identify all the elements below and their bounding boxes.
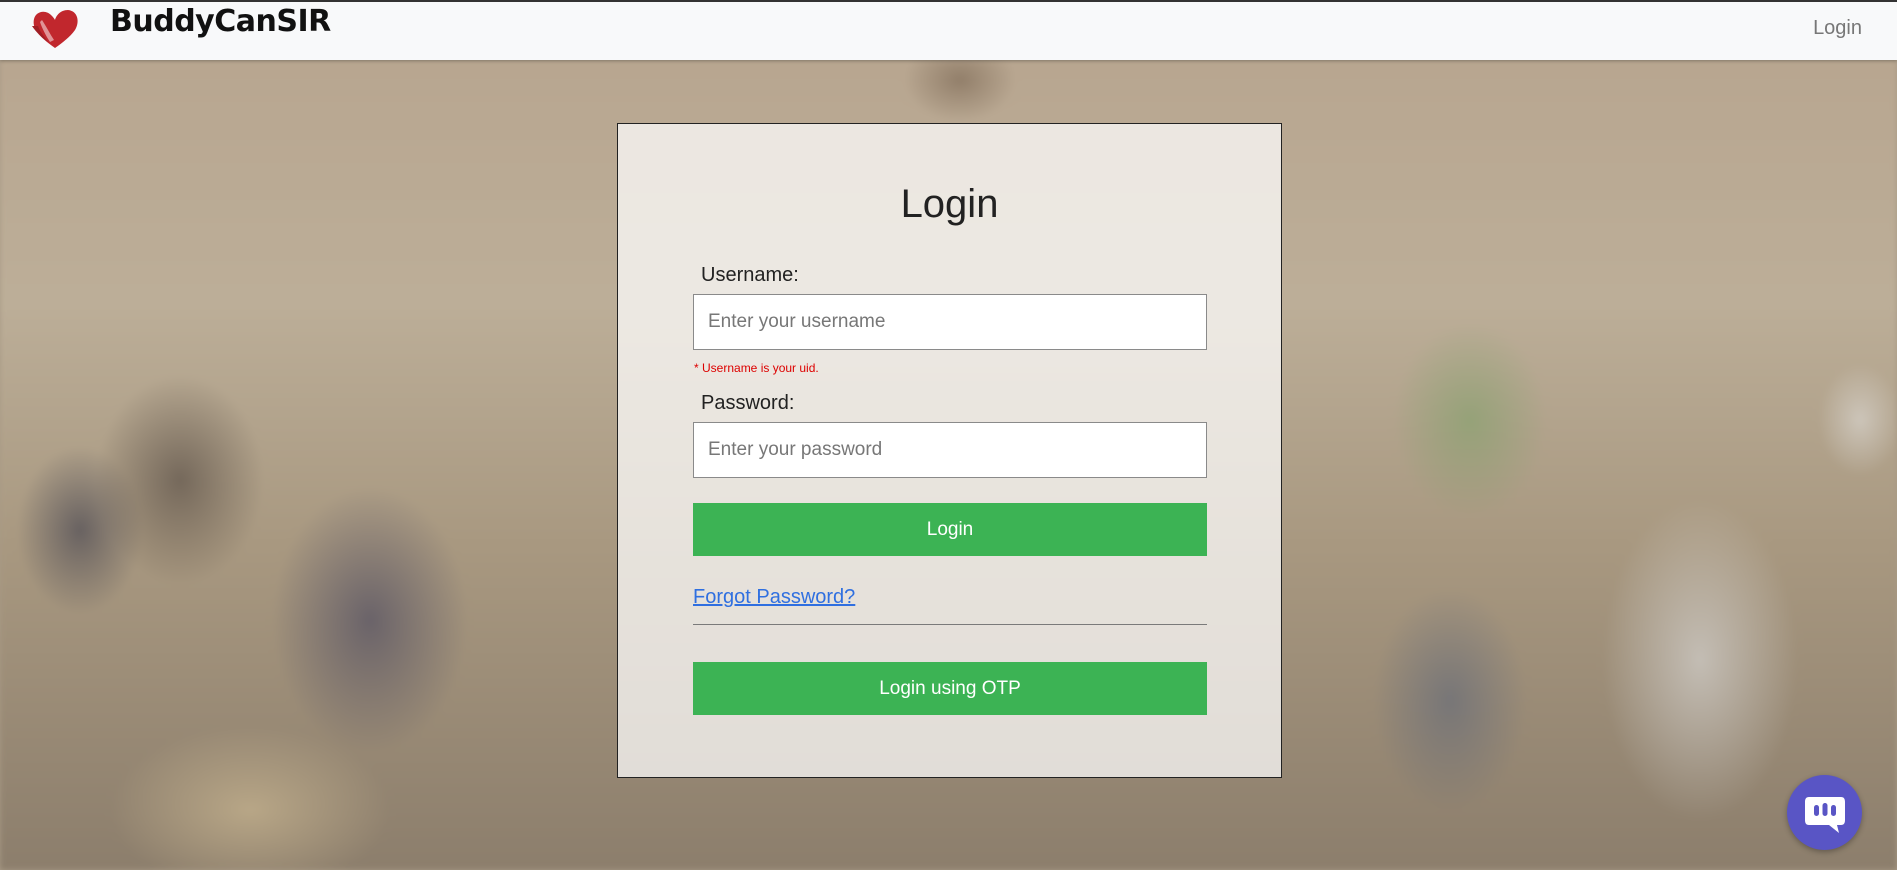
chat-widget-button[interactable] [1787, 775, 1862, 850]
username-input[interactable] [693, 294, 1207, 350]
password-input[interactable] [693, 422, 1207, 478]
divider [693, 624, 1207, 625]
login-button[interactable]: Login [693, 503, 1207, 556]
nav-login-link[interactable]: Login [1813, 17, 1862, 40]
brand-name[interactable]: BuddyCanSIR [110, 4, 331, 39]
login-card: Login Username: * Username is your uid. … [617, 123, 1282, 778]
top-navbar: BuddyCanSIR Login [0, 0, 1897, 60]
username-hint: * Username is your uid. [694, 361, 819, 375]
username-label: Username: [701, 264, 799, 286]
login-otp-button[interactable]: Login using OTP [693, 662, 1207, 715]
password-label: Password: [701, 392, 795, 414]
forgot-password-link[interactable]: Forgot Password? [693, 586, 855, 609]
login-title: Login [900, 182, 999, 226]
chat-bubble-icon [1805, 797, 1845, 833]
heart-hands-icon[interactable] [28, 6, 82, 52]
